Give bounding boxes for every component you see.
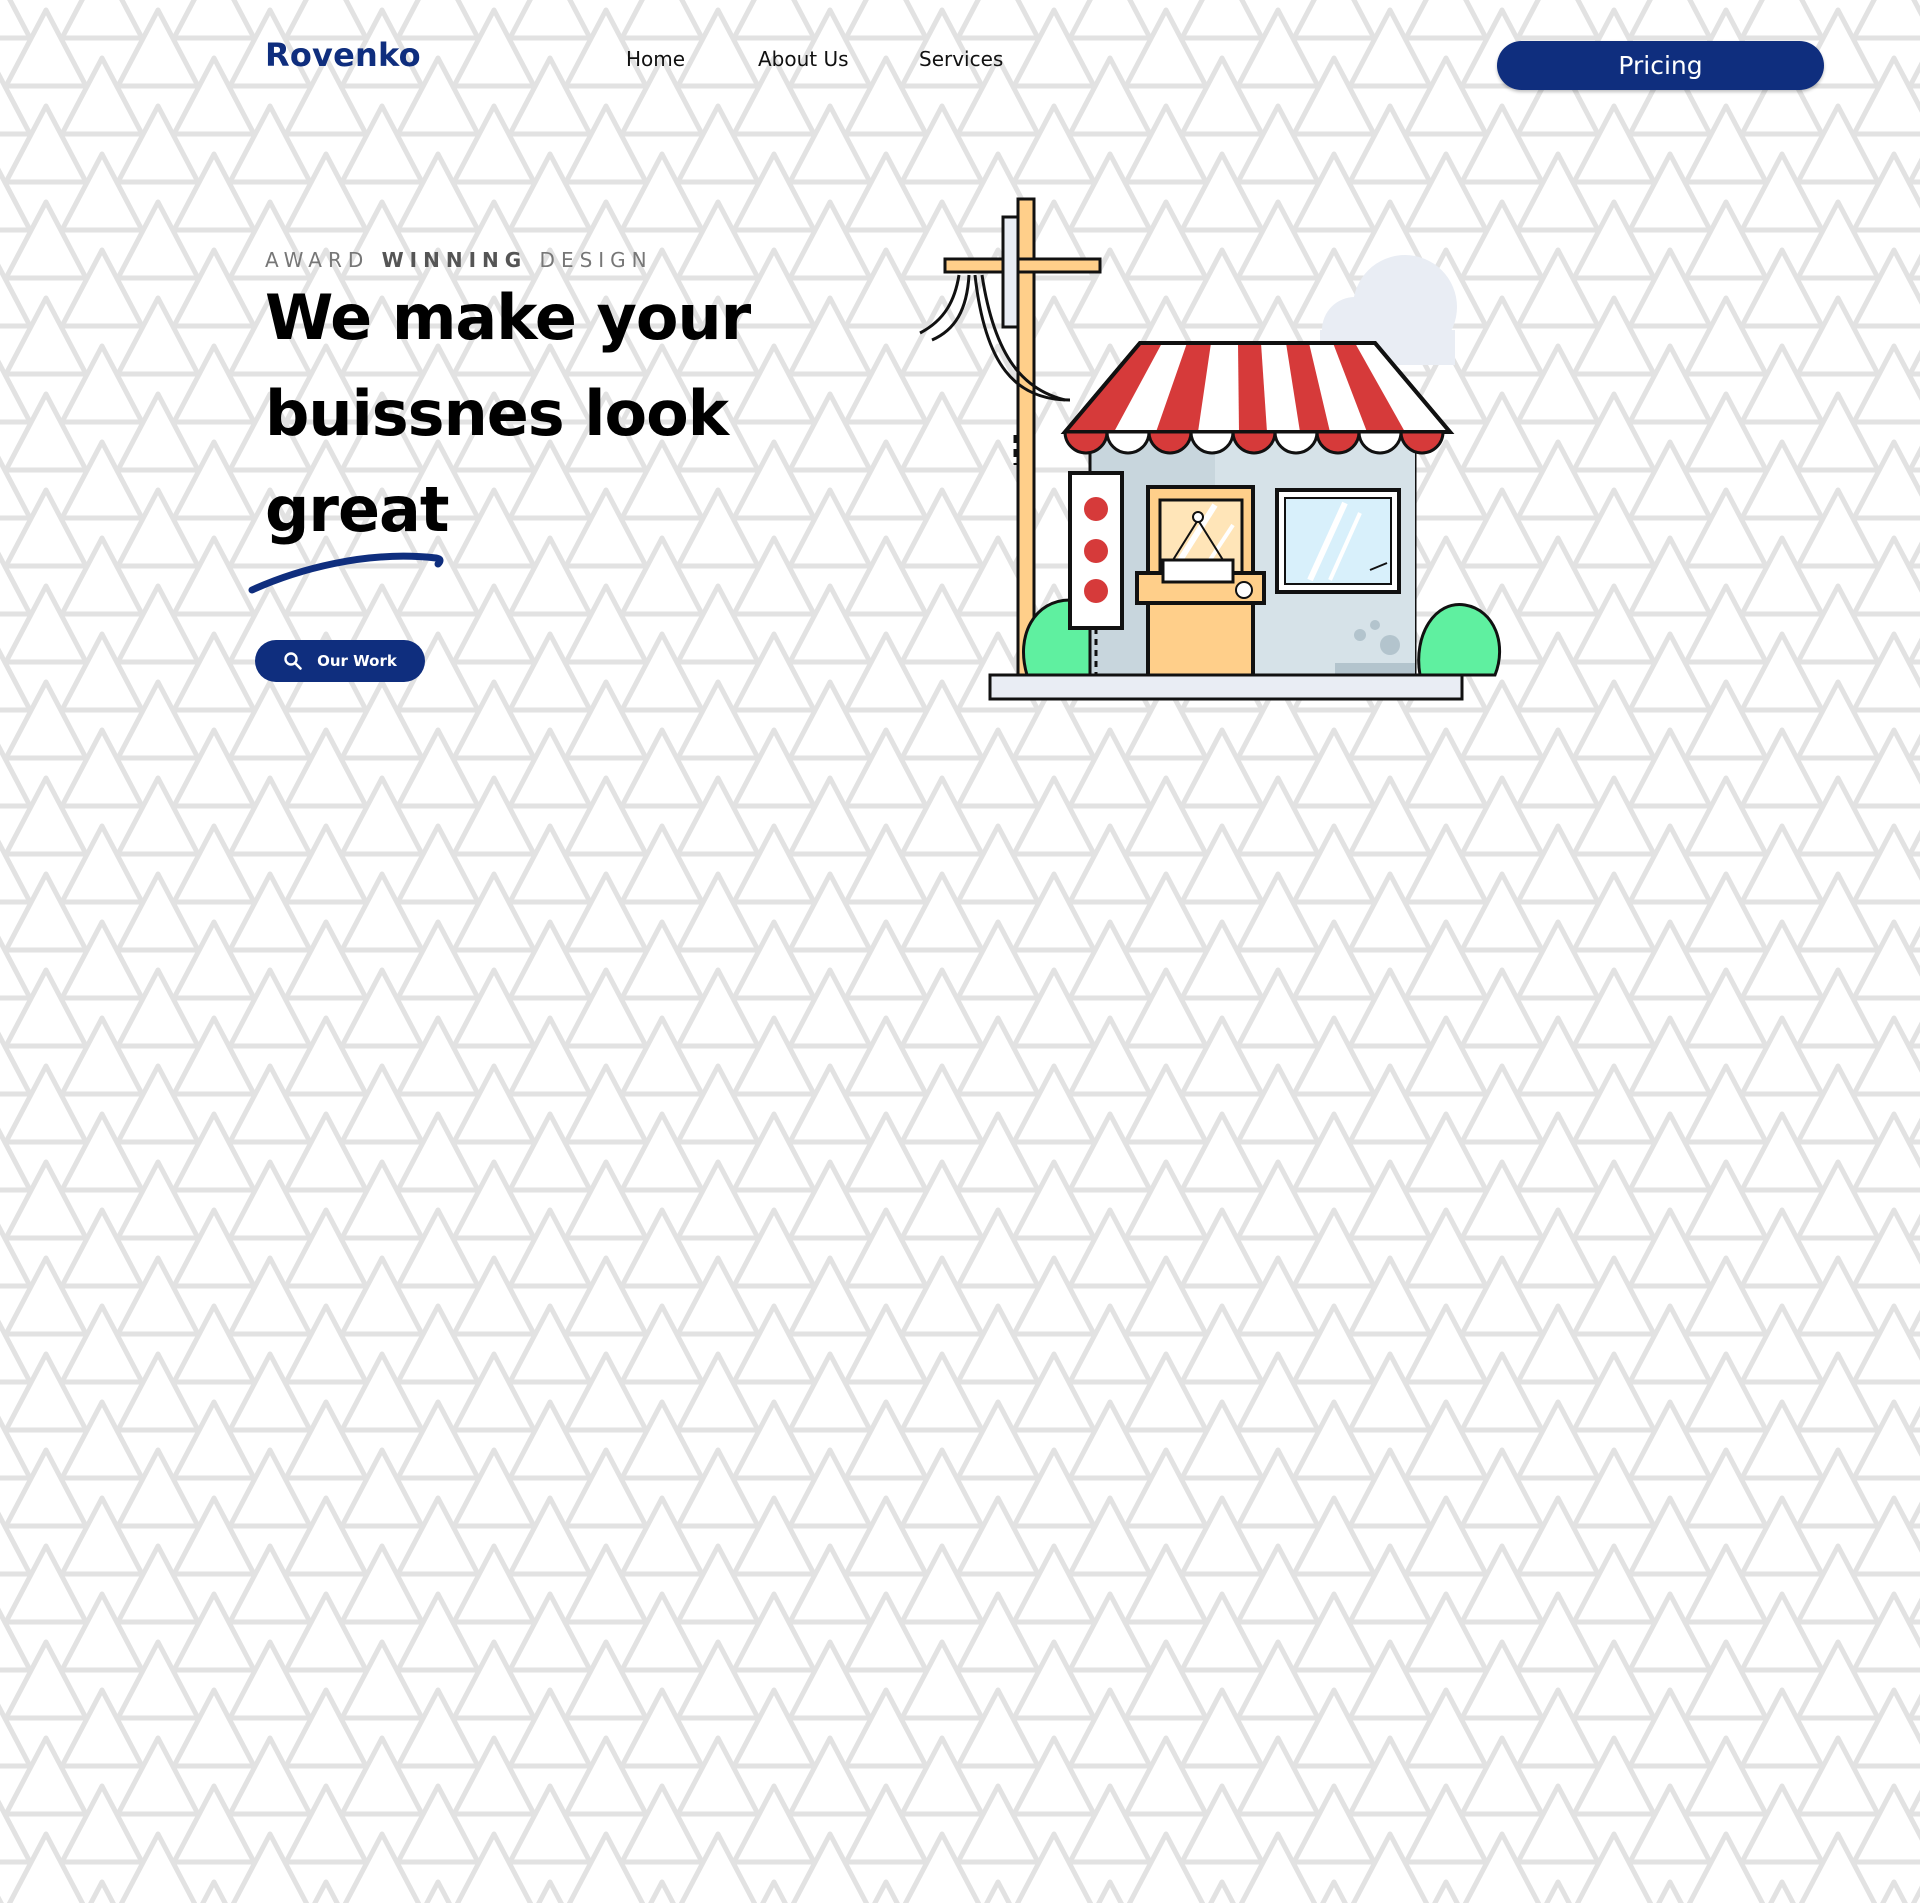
eyebrow-word-award: AWARD [265,248,370,272]
storefront-illustration [919,197,1501,701]
search-icon [283,651,303,671]
our-work-button[interactable]: Our Work [255,640,425,682]
nav-home[interactable]: Home [626,47,685,71]
headline-underline-swoosh [248,552,444,594]
eyebrow-tagline: AWARD WINNING DESIGN [265,248,653,272]
nav-services[interactable]: Services [919,47,1003,71]
nav-about-us[interactable]: About Us [758,47,849,71]
eyebrow-word-winning: WINNING [381,248,528,272]
eyebrow-word-design: DESIGN [539,248,653,272]
page: Rovenko Home About Us Services Pricing A… [0,0,1920,1903]
headline-line-1: We make your [265,281,751,354]
headline-line-2: buissnes look [265,377,729,450]
shop-window-icon [1275,488,1401,594]
pricing-button[interactable]: Pricing [1497,41,1824,90]
hero-headline: We make your buissnes look great [265,270,825,558]
brand-logo[interactable]: Rovenko [265,36,421,74]
shop-door-icon [1135,485,1266,679]
our-work-button-label: Our Work [317,652,397,670]
pricing-button-label: Pricing [1618,51,1703,80]
ground-slab-icon [988,673,1464,701]
bush-right-icon [1417,603,1501,677]
